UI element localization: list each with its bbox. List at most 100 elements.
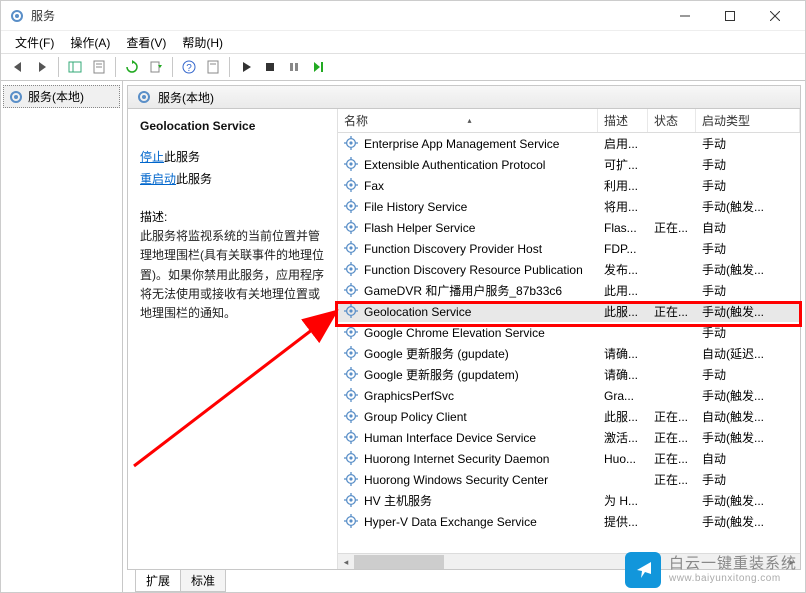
scroll-left-arrow[interactable]: ◂	[338, 554, 354, 569]
gear-icon	[344, 262, 360, 278]
right-panel: 服务(本地) Geolocation Service 停止此服务 重启动此服务 …	[123, 81, 805, 592]
maximize-button[interactable]	[707, 2, 752, 30]
toolbar-separator	[115, 57, 116, 77]
service-name-cell: Fax	[338, 178, 598, 194]
service-startup-cell: 自动	[696, 219, 800, 236]
window-controls	[662, 2, 797, 30]
gear-icon	[344, 325, 360, 341]
menu-file[interactable]: 文件(F)	[7, 32, 62, 53]
menu-help[interactable]: 帮助(H)	[174, 32, 231, 53]
watermark-logo-icon	[625, 552, 661, 588]
service-name-label: Google 更新服务 (gupdatem)	[364, 366, 519, 383]
service-row[interactable]: Group Policy Client此服...正在...自动(触发...	[338, 406, 800, 427]
service-row[interactable]: Huorong Windows Security Center正在...手动	[338, 469, 800, 490]
service-name-label: Huorong Internet Security Daemon	[364, 452, 549, 466]
panel-header-label: 服务(本地)	[158, 89, 214, 106]
service-desc-cell: 请确...	[598, 366, 648, 383]
service-actions: 停止此服务 重启动此服务	[140, 147, 325, 190]
service-row[interactable]: HV 主机服务为 H...手动(触发...	[338, 490, 800, 511]
gear-icon	[344, 304, 360, 320]
service-name-cell: Google Chrome Elevation Service	[338, 325, 598, 341]
service-name-label: Google 更新服务 (gupdate)	[364, 345, 509, 362]
service-row[interactable]: Hyper-V Data Exchange Service提供...手动(触发.…	[338, 511, 800, 532]
service-row[interactable]: Geolocation Service此服...正在...手动(触发...	[338, 301, 800, 322]
service-name-label: Group Policy Client	[364, 410, 467, 424]
tab-extended[interactable]: 扩展	[135, 570, 181, 592]
stop-suffix: 此服务	[164, 150, 200, 164]
menu-view[interactable]: 查看(V)	[118, 32, 174, 53]
forward-button[interactable]	[31, 56, 53, 78]
help-button[interactable]: ?	[178, 56, 200, 78]
service-name-label: GameDVR 和广播用户服务_87b33c6	[364, 282, 562, 299]
service-name-cell: File History Service	[338, 199, 598, 215]
service-row[interactable]: Flash Helper ServiceFlas...正在...自动	[338, 217, 800, 238]
content-area: Geolocation Service 停止此服务 重启动此服务 描述: 此服务…	[127, 109, 801, 570]
window-title: 服务	[31, 7, 662, 24]
service-name-cell: Extensible Authentication Protocol	[338, 157, 598, 173]
menu-action[interactable]: 操作(A)	[62, 32, 118, 53]
titlebar: 服务	[1, 1, 805, 31]
service-name-label: Huorong Windows Security Center	[364, 473, 548, 487]
column-name[interactable]: 名称 ▴	[338, 109, 598, 132]
service-startup-cell: 手动(触发...	[696, 303, 800, 320]
column-startup[interactable]: 启动类型	[696, 109, 800, 132]
stop-service-button[interactable]	[259, 56, 281, 78]
service-startup-cell: 手动(触发...	[696, 513, 800, 530]
service-startup-cell: 手动(触发...	[696, 429, 800, 446]
gear-icon	[344, 493, 360, 509]
restart-service-button[interactable]	[307, 56, 329, 78]
stop-link[interactable]: 停止	[140, 150, 164, 164]
service-name-cell: HV 主机服务	[338, 492, 598, 509]
service-row[interactable]: Google 更新服务 (gupdatem)请确...手动	[338, 364, 800, 385]
tab-standard[interactable]: 标准	[180, 570, 226, 592]
service-row[interactable]: Extensible Authentication Protocol可扩...手…	[338, 154, 800, 175]
service-name-label: Function Discovery Provider Host	[364, 242, 542, 256]
export-button[interactable]	[145, 56, 167, 78]
pause-service-button[interactable]	[283, 56, 305, 78]
properties2-button[interactable]	[202, 56, 224, 78]
gear-icon	[344, 136, 360, 152]
service-row[interactable]: GameDVR 和广播用户服务_87b33c6此用...手动	[338, 280, 800, 301]
service-name-label: Fax	[364, 179, 384, 193]
list-body[interactable]: Enterprise App Management Service启用...手动…	[338, 133, 800, 553]
properties-button[interactable]	[88, 56, 110, 78]
service-desc-cell: 此服...	[598, 408, 648, 425]
service-row[interactable]: Function Discovery Resource Publication发…	[338, 259, 800, 280]
service-name-label: HV 主机服务	[364, 492, 432, 509]
restart-link[interactable]: 重启动	[140, 172, 176, 186]
scroll-thumb[interactable]	[354, 555, 444, 569]
gear-icon	[344, 346, 360, 362]
service-row[interactable]: GraphicsPerfSvcGra...手动(触发...	[338, 385, 800, 406]
service-desc-cell: 利用...	[598, 177, 648, 194]
start-service-button[interactable]	[235, 56, 257, 78]
service-name-label: Geolocation Service	[364, 305, 471, 319]
gear-icon	[344, 157, 360, 173]
column-status[interactable]: 状态	[648, 109, 696, 132]
close-button[interactable]	[752, 2, 797, 30]
service-desc-cell: FDP...	[598, 242, 648, 256]
service-row[interactable]: Function Discovery Provider HostFDP...手动	[338, 238, 800, 259]
service-row[interactable]: Enterprise App Management Service启用...手动	[338, 133, 800, 154]
column-desc[interactable]: 描述	[598, 109, 648, 132]
service-row[interactable]: Huorong Internet Security DaemonHuo...正在…	[338, 448, 800, 469]
watermark-title: 白云一键重装系统	[669, 555, 797, 573]
service-row[interactable]: Human Interface Device Service激活...正在...…	[338, 427, 800, 448]
service-row[interactable]: File History Service将用...手动(触发...	[338, 196, 800, 217]
refresh-button[interactable]	[121, 56, 143, 78]
service-row[interactable]: Google 更新服务 (gupdate)请确...自动(延迟...	[338, 343, 800, 364]
show-hide-tree-button[interactable]	[64, 56, 86, 78]
tree-root-item[interactable]: 服务(本地)	[3, 85, 120, 108]
gear-icon	[344, 178, 360, 194]
service-startup-cell: 自动(延迟...	[696, 345, 800, 362]
toolbar-separator	[229, 57, 230, 77]
services-icon	[8, 89, 24, 105]
service-row[interactable]: Fax利用...手动	[338, 175, 800, 196]
selected-service-title: Geolocation Service	[140, 119, 325, 133]
service-name-label: Flash Helper Service	[364, 221, 475, 235]
tree-root-label: 服务(本地)	[28, 88, 84, 105]
minimize-button[interactable]	[662, 2, 707, 30]
back-button[interactable]	[7, 56, 29, 78]
service-name-label: Google Chrome Elevation Service	[364, 326, 545, 340]
service-row[interactable]: Google Chrome Elevation Service手动	[338, 322, 800, 343]
services-icon	[136, 89, 152, 105]
